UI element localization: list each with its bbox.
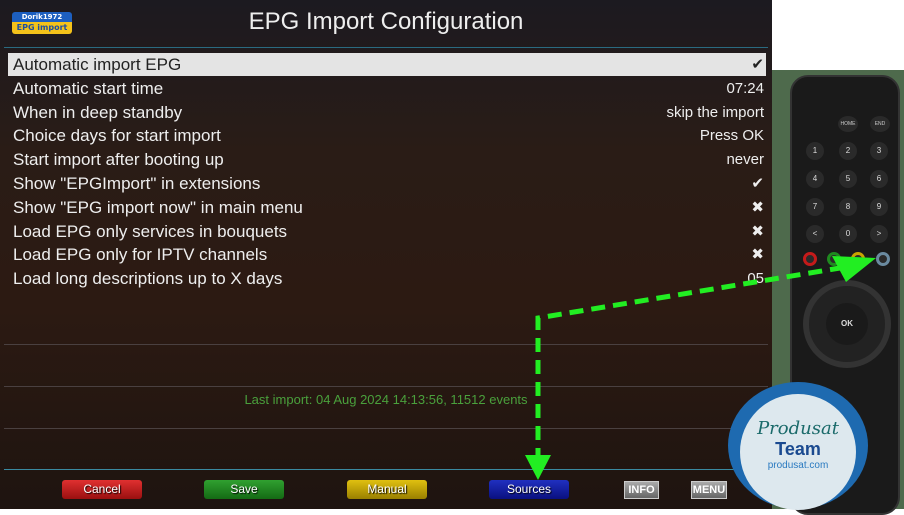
arrow-head-sources [525,455,551,480]
annotation-arrow [525,256,876,480]
dashed-arrow-line [535,265,841,462]
